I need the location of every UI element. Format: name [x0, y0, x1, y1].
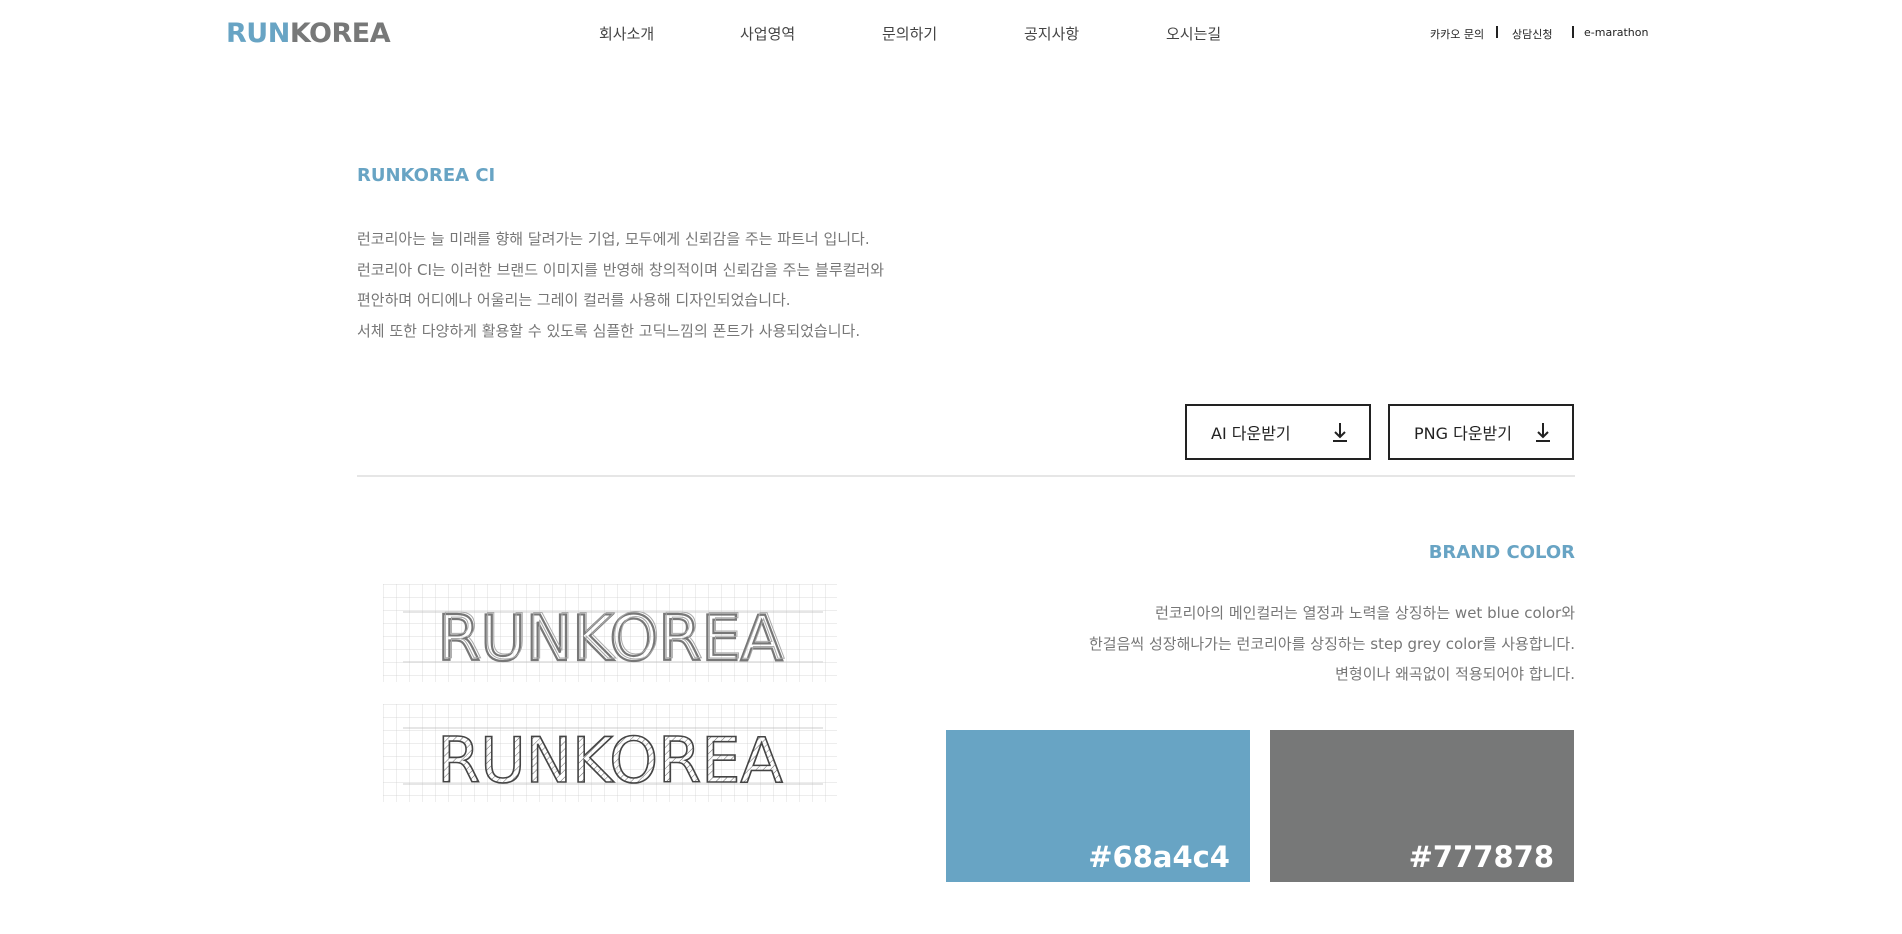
section-divider — [357, 475, 1575, 477]
util-separator — [1572, 26, 1574, 38]
ai-download-label: AI 다운받기 — [1211, 424, 1291, 443]
ci-desc-line: 편안하며 어디에나 어울리는 그레이 컬러를 사용해 디자인되었습니다. — [357, 291, 791, 309]
swatch-hex-label: #777878 — [1408, 840, 1554, 874]
ci-title: RUNKOREA CI — [357, 165, 496, 186]
nav-contact[interactable]: 문의하기 — [882, 23, 937, 44]
ai-download-button[interactable]: AI 다운받기 — [1185, 404, 1371, 460]
ci-description: 런코리아는 늘 미래를 향해 달려가는 기업, 모두에게 신뢰감을 주는 파트너… — [357, 224, 884, 346]
bc-desc-line: 런코리아의 메인컬러는 열정과 노력을 상징하는 wet blue color와 — [1155, 604, 1575, 622]
png-download-button[interactable]: PNG 다운받기 — [1388, 404, 1574, 460]
ci-desc-line: 런코리아는 늘 미래를 향해 달려가는 기업, 모두에게 신뢰감을 주는 파트너… — [357, 230, 870, 248]
util-separator — [1496, 26, 1498, 38]
bc-desc-line: 변형이나 왜곡없이 적용되어야 합니다. — [1335, 665, 1575, 683]
util-consult[interactable]: 상담신청 — [1512, 26, 1552, 42]
util-emarathon[interactable]: e-marathon — [1584, 26, 1648, 39]
ci-desc-line: 런코리아 CI는 이러한 브랜드 이미지를 반영해 창의적이며 신뢰감을 주는 … — [357, 260, 885, 279]
sketch-logo-text: RUNKOREA — [439, 600, 785, 673]
nav-directions[interactable]: 오시는길 — [1166, 23, 1221, 44]
sketch-logo-hatched: RUNKOREA — [383, 704, 837, 802]
download-icon — [1534, 422, 1552, 442]
color-swatch-grey: #777878 — [1270, 730, 1574, 882]
png-download-label: PNG 다운받기 — [1414, 424, 1512, 443]
swatch-hex-label: #68a4c4 — [1088, 840, 1230, 874]
sketch-logo-text: RUNKOREA — [437, 724, 783, 797]
bc-desc-line: 한걸음씩 성장해나가는 런코리아를 상징하는 step grey color를 … — [1089, 634, 1575, 653]
brand-color-title: BRAND COLOR — [1428, 542, 1575, 563]
logo-korea: KOREA — [289, 18, 391, 49]
color-swatch-blue: #68a4c4 — [946, 730, 1250, 882]
download-icon — [1331, 422, 1349, 442]
logo[interactable]: RUNKOREA — [226, 18, 391, 50]
nav-company[interactable]: 회사소개 — [599, 23, 654, 44]
brand-color-description: 런코리아의 메인컬러는 열정과 노력을 상징하는 wet blue color와… — [1089, 598, 1575, 690]
sketch-logo-outline: RUNKOREA RUNKOREA — [383, 584, 837, 682]
ci-desc-line: 서체 또한 다양하게 활용할 수 있도록 심플한 고딕느낌의 폰트가 사용되었습… — [357, 321, 861, 340]
util-kakao-inquiry[interactable]: 카카오 문의 — [1430, 26, 1484, 42]
logo-run: RUN — [226, 18, 290, 49]
nav-business[interactable]: 사업영역 — [740, 23, 795, 44]
nav-notice[interactable]: 공지사항 — [1024, 23, 1079, 44]
